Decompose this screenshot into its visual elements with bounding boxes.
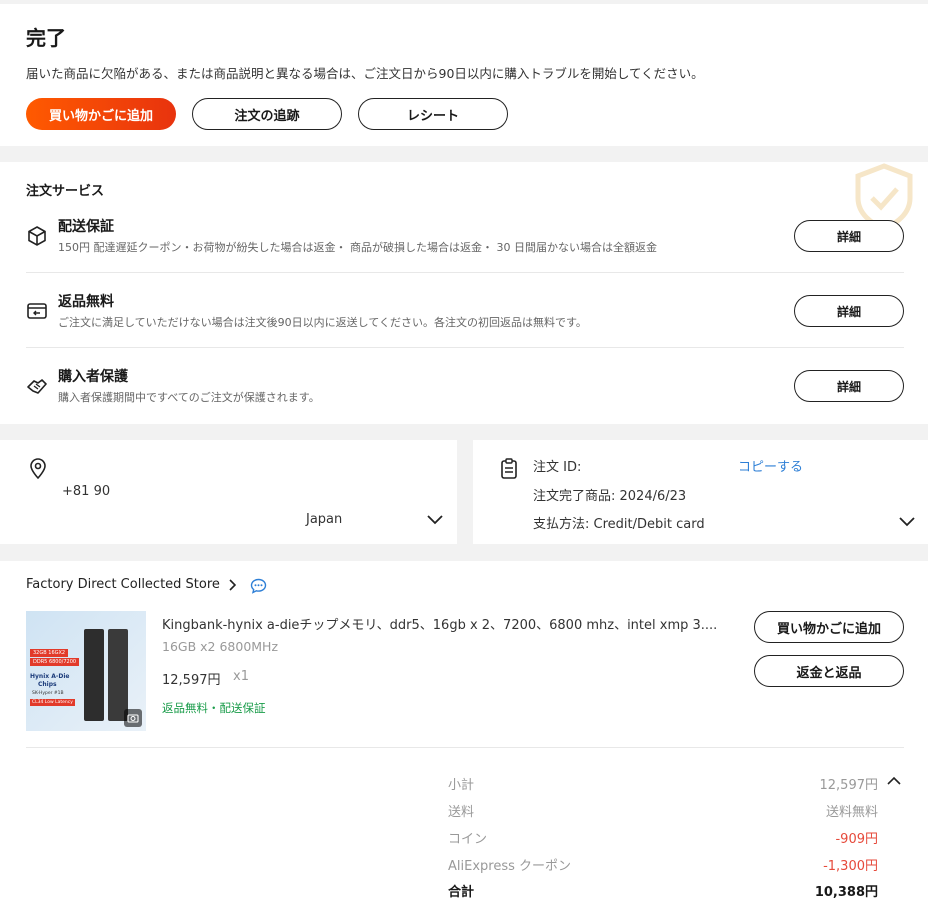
- ram-stick-image: [84, 629, 104, 721]
- coin-value: -909円: [835, 832, 878, 847]
- order-id-label: 注文 ID:: [533, 460, 582, 475]
- total-label: 合計: [448, 885, 475, 900]
- shipping-value: 送料無料: [825, 805, 878, 820]
- delivery-details-button[interactable]: 詳細: [794, 220, 904, 252]
- box-icon: [28, 226, 46, 246]
- service-title-delivery: 配送保証: [58, 219, 114, 235]
- store-name: Factory Direct Collected Store: [26, 577, 220, 592]
- chevron-right-icon: [229, 578, 236, 591]
- services-title: 注文サービス: [26, 184, 105, 199]
- page-title: 完了: [26, 26, 66, 50]
- return-icon: [27, 303, 47, 319]
- refund-return-button[interactable]: 返金と返品: [754, 655, 904, 687]
- camera-icon[interactable]: [124, 709, 142, 727]
- service-title-buyer-protection: 購入者保護: [58, 369, 128, 385]
- ram-stick-image: [108, 629, 128, 721]
- buyer-protection-details-button[interactable]: 詳細: [794, 370, 904, 402]
- coin-label: コイン: [448, 832, 488, 847]
- product-add-to-cart-button[interactable]: 買い物かごに追加: [754, 611, 904, 643]
- product-tags: 返品無料・配送保証: [162, 701, 266, 715]
- address-phone: +81 90: [62, 484, 111, 499]
- thumb-badge: 32GB 16GX2: [30, 649, 69, 657]
- chevron-down-icon[interactable]: [898, 516, 916, 528]
- status-card: 完了 届いた商品に欠陥がある、または商品説明と異なる場合は、ご注文日から90日以…: [0, 4, 928, 146]
- thumb-label: Hynix A-Die: [30, 673, 70, 680]
- free-return-details-button[interactable]: 詳細: [794, 295, 904, 327]
- add-to-cart-button[interactable]: 買い物かごに追加: [26, 98, 176, 130]
- total-value: 10,388円: [814, 885, 878, 900]
- thumb-label: Chips: [38, 681, 57, 688]
- store-name-link[interactable]: Factory Direct Collected Store: [26, 577, 236, 592]
- order-services-card: 注文サービス 配送保証 150円 配達遅延クーポン・お荷物が紛失した場合は返金・…: [0, 162, 928, 424]
- track-order-button[interactable]: 注文の追跡: [192, 98, 342, 130]
- subtotal-value: 12,597円: [819, 778, 879, 793]
- thumb-label: CL34 Low Latency: [30, 699, 75, 706]
- address-country: Japan: [306, 512, 343, 527]
- product-price: 12,597円: [162, 673, 221, 688]
- divider: [26, 347, 904, 348]
- product-variant: 16GB x2 6800MHz: [162, 639, 279, 654]
- chevron-down-icon[interactable]: [426, 514, 444, 526]
- location-pin-icon: [30, 458, 46, 480]
- service-title-free-return: 返品無料: [58, 294, 114, 310]
- subtotal-label: 小計: [448, 778, 475, 793]
- handshake-icon: [27, 379, 47, 394]
- coupon-value: -1,300円: [823, 859, 878, 874]
- service-desc-delivery: 150円 配達遅延クーポン・お荷物が紛失した場合は返金・ 商品が破損した場合は返…: [58, 241, 657, 254]
- chat-icon[interactable]: [250, 578, 267, 594]
- coupon-label: AliExpress クーポン: [448, 859, 572, 874]
- address-card: +81 90 Japan: [0, 440, 457, 544]
- product-title-link[interactable]: Kingbank-hynix a-dieチップメモリ、ddr5、16gb x 2…: [162, 614, 717, 633]
- service-desc-free-return: ご注文に満足していただけない場合は注文後90日以内に返送してください。各注文の初…: [58, 316, 587, 329]
- payment-method: 支払方法: Credit/Debit card: [533, 517, 705, 532]
- product-qty: x1: [233, 669, 249, 684]
- divider: [26, 747, 904, 748]
- chevron-up-icon[interactable]: [886, 776, 902, 786]
- status-message: 届いた商品に欠陥がある、または商品説明と異なる場合は、ご注文日から90日以内に購…: [26, 66, 704, 81]
- clipboard-icon: [501, 458, 517, 479]
- thumb-badge: DDR5 6800/7200: [30, 658, 80, 666]
- product-thumbnail[interactable]: 32GB 16GX2 DDR5 6800/7200 Hynix A-Die Ch…: [26, 611, 146, 731]
- thumb-label: SK-Hyper #1B: [32, 691, 64, 696]
- order-info-card: 注文 ID: コピーする 注文完了商品: 2024/6/23 支払方法: Cre…: [473, 440, 928, 544]
- store-product-card: Factory Direct Collected Store 32GB 16GX…: [0, 561, 928, 903]
- order-completed-date: 注文完了商品: 2024/6/23: [533, 489, 687, 504]
- divider: [26, 272, 904, 273]
- shipping-label: 送料: [448, 805, 475, 820]
- service-desc-buyer-protection: 購入者保護期間中ですべてのご注文が保護されます。: [58, 391, 320, 404]
- copy-order-id-link[interactable]: コピーする: [738, 456, 803, 475]
- receipt-button[interactable]: レシート: [358, 98, 508, 130]
